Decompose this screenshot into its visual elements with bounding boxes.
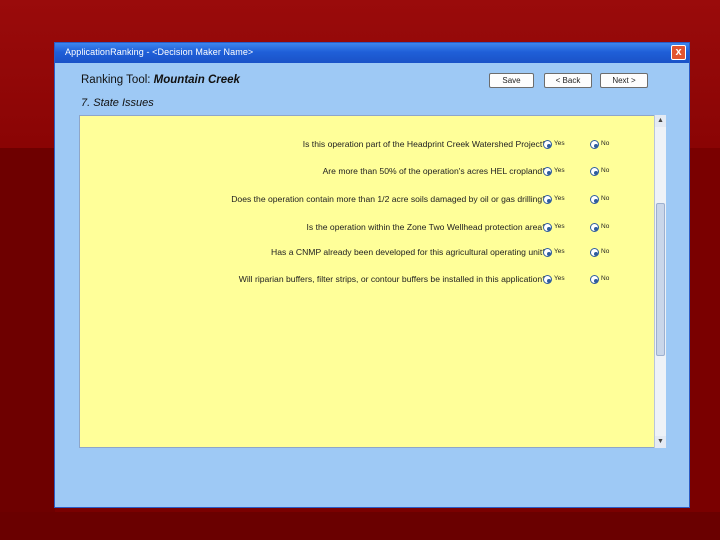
title-bar[interactable]: ApplicationRanking - <Decision Maker Nam… <box>55 43 689 63</box>
no-radio[interactable]: No <box>590 140 609 152</box>
radio-icon <box>543 195 552 204</box>
yes-radio[interactable]: Yes <box>543 248 565 260</box>
vertical-scrollbar[interactable]: ▲ ▼ <box>654 115 666 448</box>
scroll-up-icon[interactable]: ▲ <box>655 115 666 127</box>
scroll-thumb[interactable] <box>656 203 665 356</box>
next-button[interactable]: Next > <box>600 73 648 88</box>
slide-background-bottom <box>0 512 720 540</box>
yes-label: Yes <box>554 223 565 230</box>
radio-icon <box>590 140 599 149</box>
question-row: Has a CNMP already been developed for th… <box>80 247 667 261</box>
question-row: Is this operation part of the Headprint … <box>80 139 667 153</box>
no-label: No <box>601 275 610 282</box>
question-text: Is the operation within the Zone Two Wel… <box>306 222 547 232</box>
no-label: No <box>601 195 610 202</box>
yes-label: Yes <box>554 248 565 255</box>
scroll-down-icon[interactable]: ▼ <box>655 436 666 448</box>
question-text: Are more than 50% of the operation's acr… <box>322 166 547 176</box>
no-radio[interactable]: No <box>590 195 609 207</box>
question-row: Are more than 50% of the operation's acr… <box>80 166 667 180</box>
save-button[interactable]: Save <box>489 73 534 88</box>
site-name: Mountain Creek <box>153 74 240 86</box>
radio-icon <box>590 195 599 204</box>
yes-label: Yes <box>554 140 565 147</box>
radio-icon <box>590 223 599 232</box>
yes-radio[interactable]: Yes <box>543 275 565 287</box>
page-title-prefix: Ranking Tool: <box>81 74 154 86</box>
no-label: No <box>601 223 610 230</box>
radio-icon <box>590 248 599 257</box>
yes-radio[interactable]: Yes <box>543 195 565 207</box>
yes-radio[interactable]: Yes <box>543 167 565 179</box>
radio-icon <box>590 275 599 284</box>
page-title: Ranking Tool: Mountain Creek <box>81 74 240 86</box>
question-text: Is this operation part of the Headprint … <box>302 139 547 149</box>
yes-label: Yes <box>554 195 565 202</box>
close-icon[interactable]: x <box>671 45 686 60</box>
yes-label: Yes <box>554 275 565 282</box>
no-radio[interactable]: No <box>590 275 609 287</box>
window-title: ApplicationRanking - <Decision Maker Nam… <box>65 47 254 57</box>
slide-background-left <box>0 148 55 540</box>
radio-icon <box>590 167 599 176</box>
no-label: No <box>601 167 610 174</box>
yes-radio[interactable]: Yes <box>543 140 565 152</box>
question-text: Will riparian buffers, filter strips, or… <box>238 274 547 284</box>
no-radio[interactable]: No <box>590 248 609 260</box>
question-row: Does the operation contain more than 1/2… <box>80 194 667 208</box>
back-button[interactable]: < Back <box>544 73 592 88</box>
question-text: Has a CNMP already been developed for th… <box>271 247 547 257</box>
yes-radio[interactable]: Yes <box>543 223 565 235</box>
radio-icon <box>543 248 552 257</box>
questions-panel: Is this operation part of the Headprint … <box>79 115 666 448</box>
yes-label: Yes <box>554 167 565 174</box>
radio-icon <box>543 223 552 232</box>
no-radio[interactable]: No <box>590 223 609 235</box>
section-title: 7. State Issues <box>81 97 154 109</box>
application-window: ApplicationRanking - <Decision Maker Nam… <box>54 42 690 508</box>
no-radio[interactable]: No <box>590 167 609 179</box>
radio-icon <box>543 167 552 176</box>
radio-icon <box>543 140 552 149</box>
no-label: No <box>601 140 610 147</box>
no-label: No <box>601 248 610 255</box>
question-row: Is the operation within the Zone Two Wel… <box>80 222 667 236</box>
question-row: Will riparian buffers, filter strips, or… <box>80 274 667 288</box>
radio-icon <box>543 275 552 284</box>
question-text: Does the operation contain more than 1/2… <box>231 194 547 204</box>
